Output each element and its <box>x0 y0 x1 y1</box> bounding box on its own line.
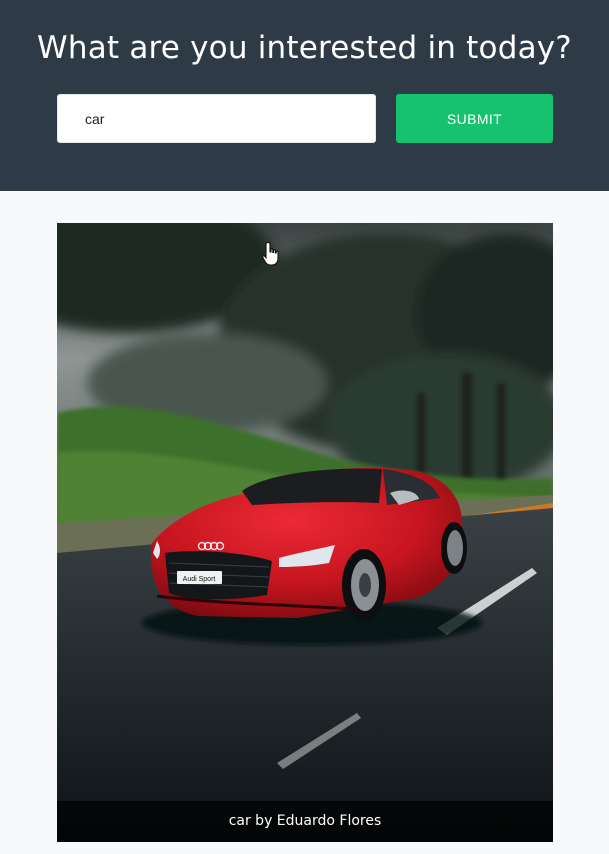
hand-pointer-icon <box>262 241 279 266</box>
photo-caption: car by Eduardo Flores <box>57 801 553 842</box>
header-bar: What are you interested in today? SUBMIT <box>0 0 609 191</box>
plate-text: Audi Sport <box>183 576 216 583</box>
result-card[interactable]: Audi Sport car by Eduardo Flores <box>57 223 553 842</box>
page-title: What are you interested in today? <box>37 30 572 66</box>
search-input[interactable] <box>57 94 376 143</box>
submit-button[interactable]: SUBMIT <box>396 94 553 143</box>
result-photo: Audi Sport <box>57 223 553 842</box>
